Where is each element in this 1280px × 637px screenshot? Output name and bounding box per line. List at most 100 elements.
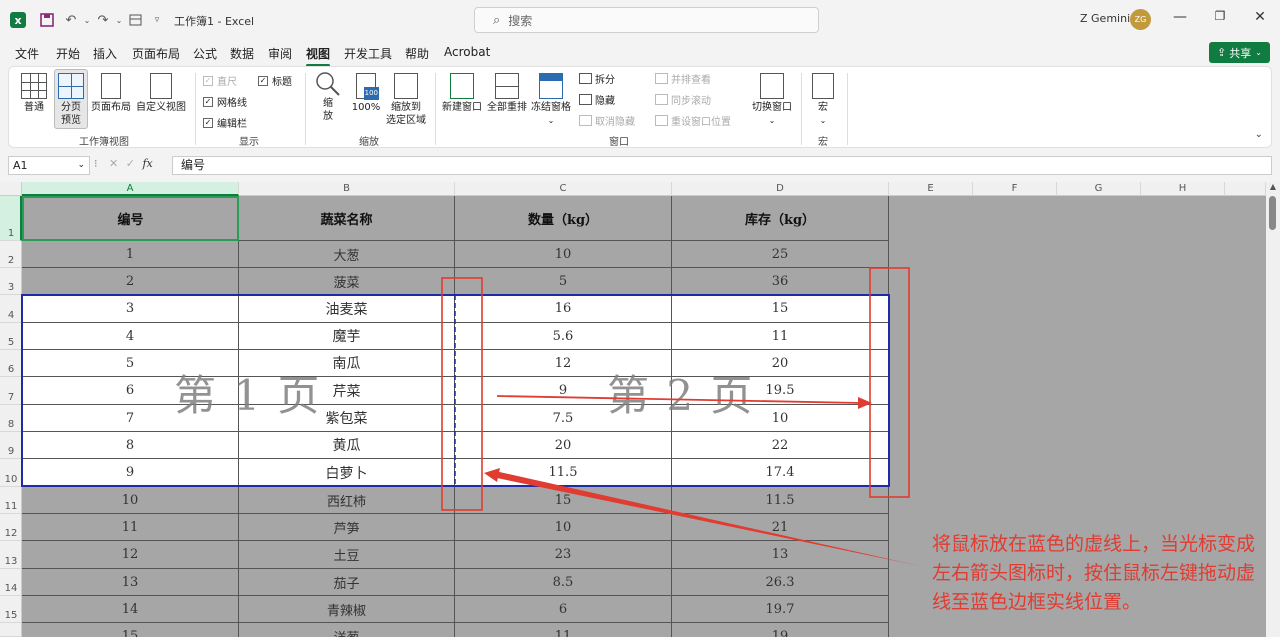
table-cell[interactable]: 11.5	[455, 459, 672, 487]
row-header[interactable]: 3	[0, 268, 22, 295]
column-header-h[interactable]: H	[1141, 182, 1225, 196]
sync-scroll-button[interactable]: 同步滚动	[655, 92, 711, 107]
column-header-g[interactable]: G	[1057, 182, 1141, 196]
row-header[interactable]: 1	[0, 196, 22, 241]
custom-views-button[interactable]: 自定义视图	[135, 73, 187, 114]
table-cell[interactable]: 8	[22, 432, 239, 459]
table-cell[interactable]: 菠菜	[239, 268, 455, 295]
tab-page-layout[interactable]: 页面布局	[132, 45, 180, 62]
table-cell[interactable]: 21	[672, 514, 889, 541]
gridlines-checkbox[interactable]: ✓ 网格线	[203, 94, 247, 109]
new-window-button[interactable]: 新建窗口	[441, 73, 483, 114]
tab-acrobat[interactable]: Acrobat	[444, 45, 490, 59]
user-name[interactable]: Z Gemini	[1080, 12, 1130, 25]
close-icon[interactable]: ✕	[1250, 9, 1270, 25]
table-cell[interactable]: 19.7	[672, 596, 889, 623]
row-header[interactable]: 7	[0, 377, 22, 405]
page-break-preview-button[interactable]: 分页 预览	[54, 69, 88, 129]
table-cell[interactable]: 8.5	[455, 569, 672, 596]
column-header-e[interactable]: E	[889, 182, 973, 196]
headings-checkbox[interactable]: ✓ 标题	[258, 73, 292, 88]
table-cell[interactable]: 23	[455, 541, 672, 569]
cancel-icon[interactable]: ✕	[109, 157, 118, 170]
table-cell[interactable]: 白萝卜	[239, 459, 455, 487]
table-cell[interactable]: 魔芋	[239, 323, 455, 350]
table-cell[interactable]: 5.6	[455, 323, 672, 350]
zoom-button[interactable]: 缩 放	[315, 71, 341, 123]
table-cell[interactable]: 26.3	[672, 569, 889, 596]
table-cell[interactable]: 10	[455, 514, 672, 541]
scrollbar-thumb[interactable]	[1269, 196, 1276, 230]
freeze-panes-button[interactable]: 冻结窗格 ⌄	[530, 73, 572, 127]
formula-bar-checkbox[interactable]: ✓ 编辑栏	[203, 115, 247, 130]
arrange-all-button[interactable]: 全部重排	[486, 73, 528, 114]
column-header-a[interactable]: A	[22, 182, 239, 196]
table-cell[interactable]: 大葱	[239, 241, 455, 268]
more-icon[interactable]: ⁝	[94, 157, 98, 170]
split-button[interactable]: 拆分	[579, 71, 615, 86]
name-box[interactable]: A1 ⌄	[8, 156, 90, 175]
table-cell[interactable]: 20	[455, 432, 672, 459]
search-box[interactable]: ⌕ 搜索	[474, 7, 819, 33]
tab-formulas[interactable]: 公式	[193, 45, 217, 62]
row-header[interactable]: 15	[0, 596, 22, 623]
header-cell[interactable]: 蔬菜名称	[239, 196, 455, 241]
restore-icon[interactable]: ❐	[1210, 9, 1230, 23]
macros-button[interactable]: 宏 ⌄	[809, 73, 837, 127]
column-header-d[interactable]: D	[672, 182, 889, 196]
table-cell[interactable]: 4	[22, 323, 239, 350]
table-cell[interactable]: 洋葱	[239, 623, 455, 637]
table-cell[interactable]: 36	[672, 268, 889, 295]
row-header[interactable]: 10	[0, 459, 22, 487]
switch-windows-button[interactable]: 切换窗口 ⌄	[749, 73, 795, 127]
table-cell[interactable]: 11	[672, 323, 889, 350]
table-cell[interactable]: 10	[22, 487, 239, 514]
table-cell[interactable]: 10	[455, 241, 672, 268]
tab-home[interactable]: 开始	[56, 45, 80, 62]
view-side-by-side-button[interactable]: 并排查看	[655, 71, 711, 86]
row-header[interactable]: 14	[0, 569, 22, 596]
row-header[interactable]: 12	[0, 514, 22, 541]
minimize-icon[interactable]: —	[1170, 9, 1190, 25]
table-cell[interactable]: 12	[22, 541, 239, 569]
row-header[interactable]	[0, 623, 22, 637]
unhide-button[interactable]: 取消隐藏	[579, 113, 635, 128]
row-header[interactable]: 6	[0, 350, 22, 377]
table-cell[interactable]: 黄瓜	[239, 432, 455, 459]
table-cell[interactable]: 13	[22, 569, 239, 596]
row-header[interactable]: 9	[0, 432, 22, 459]
reset-position-button[interactable]: 重设窗口位置	[655, 113, 731, 128]
table-cell[interactable]: 西红柿	[239, 487, 455, 514]
hide-button[interactable]: 隐藏	[579, 92, 615, 107]
tab-view[interactable]: 视图	[306, 45, 331, 67]
table-cell[interactable]: 15	[22, 623, 239, 637]
worksheet-grid[interactable]: A B C D E F G H 1 2 3 4 5 6 7 8 9 10 11 …	[0, 182, 1280, 637]
table-cell[interactable]: 19	[672, 623, 889, 637]
table-cell[interactable]: 5	[455, 268, 672, 295]
row-header[interactable]: 2	[0, 241, 22, 268]
table-cell[interactable]: 油麦菜	[239, 295, 455, 323]
column-header-f[interactable]: F	[973, 182, 1057, 196]
table-cell[interactable]: 茄子	[239, 569, 455, 596]
table-cell[interactable]: 土豆	[239, 541, 455, 569]
collapse-ribbon-icon[interactable]: ⌄	[1255, 129, 1263, 140]
tab-developer[interactable]: 开发工具	[344, 45, 392, 62]
cell-a1[interactable]: 编号	[22, 196, 239, 241]
enter-icon[interactable]: ✓	[126, 157, 135, 170]
vertical-scrollbar[interactable]: ▲	[1266, 182, 1280, 637]
table-cell[interactable]: 3	[22, 295, 239, 323]
page-layout-view-button[interactable]: 页面布局	[91, 73, 131, 114]
insert-function-icon[interactable]: fx	[142, 157, 152, 170]
header-cell[interactable]: 数量（kg）	[455, 196, 672, 241]
table-cell[interactable]: 25	[672, 241, 889, 268]
table-cell[interactable]: 15	[455, 487, 672, 514]
ruler-checkbox[interactable]: ✓ 直尺	[203, 73, 237, 88]
formula-input[interactable]: 编号	[172, 156, 1272, 175]
table-cell[interactable]: 芦笋	[239, 514, 455, 541]
avatar[interactable]: ZG	[1130, 9, 1151, 30]
table-cell[interactable]: 22	[672, 432, 889, 459]
form-icon[interactable]	[126, 11, 144, 29]
zoom-to-selection-button[interactable]: 缩放到 选定区域	[383, 73, 429, 127]
table-cell[interactable]: 17.4	[672, 459, 889, 487]
customize-toolbar-icon[interactable]: ▿	[148, 11, 166, 29]
